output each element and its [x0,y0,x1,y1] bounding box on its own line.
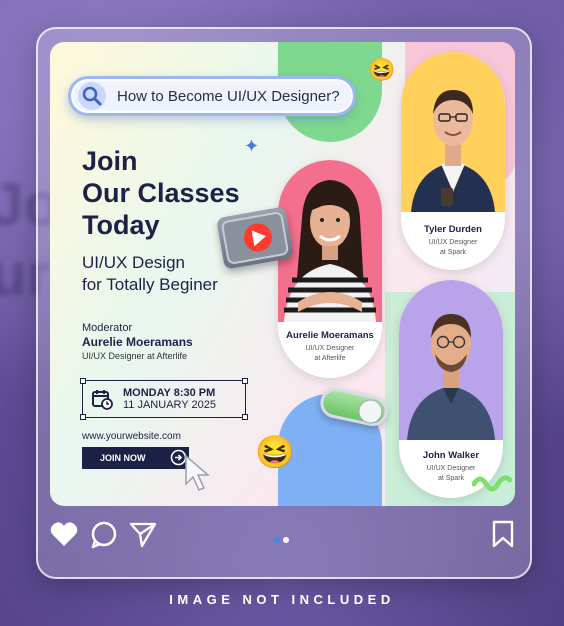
speaker-name: John Walker [422,450,480,461]
speaker-card-aurelie: Aurelie Moeramans UI/UX Designer at Afte… [278,160,382,378]
speaker-name: Aurelie Moeramans [286,330,374,341]
moderator-name: Aurelie Moeramans [82,335,193,349]
event-day-time: MONDAY 8:30 PM [123,387,216,399]
footer-note: IMAGE NOT INCLUDED [169,592,395,607]
headline-line: Our Classes [82,178,240,208]
heart-icon[interactable] [50,521,78,547]
cursor-icon [183,454,217,494]
website-url: www.yourwebsite.com [82,431,181,442]
laughing-emoji-icon: 😆 [255,434,295,470]
speaker-photo [401,52,505,212]
headline-line: Join [82,146,138,176]
carousel-dot[interactable] [283,537,289,543]
laughing-emoji-icon: 😆 [368,57,396,82]
speaker-role: at Afterlife [314,355,346,362]
post-image[interactable]: How to Become UI/UX Designer? ✦ Join Our… [50,42,515,506]
speaker-role: at Spark [439,249,467,256]
speaker-card-john: John Walker UI/UX Designer at Spark [399,280,503,498]
search-text: How to Become UI/UX Designer? [117,87,340,105]
bookmark-icon[interactable] [490,519,516,549]
subheadline-line: for Totally Beginer [82,275,218,294]
speaker-role: UI/UX Designer [428,239,478,246]
calendar-icon [91,388,113,410]
event-date-box: MONDAY 8:30 PM 11 JANUARY 2025 [80,378,248,420]
speaker-photo [278,160,382,322]
share-icon[interactable] [128,519,158,549]
moderator-label: Moderator [82,322,133,334]
join-now-button: JOIN NOW [82,447,189,469]
search-icon [77,81,107,111]
squiggle-decoration [472,475,512,492]
speaker-name: Tyler Durden [424,224,482,235]
carousel-dot-active[interactable] [274,537,280,543]
moderator-block: Moderator Aurelie Moeramans UI/UX Design… [82,322,193,361]
carousel-indicator [274,530,292,548]
event-date: 11 JANUARY 2025 [123,399,216,411]
speaker-role: UI/UX Designer [305,345,355,352]
moderator-title: UI/UX Designer at Afterlife [82,351,188,361]
join-now-label: JOIN NOW [100,453,146,463]
speaker-card-tyler: Tyler Durden UI/UX Designer at Spark [401,52,505,270]
speaker-photo [399,280,503,440]
comment-icon[interactable] [89,520,119,550]
search-bar-graphic: How to Become UI/UX Designer? [68,76,356,116]
